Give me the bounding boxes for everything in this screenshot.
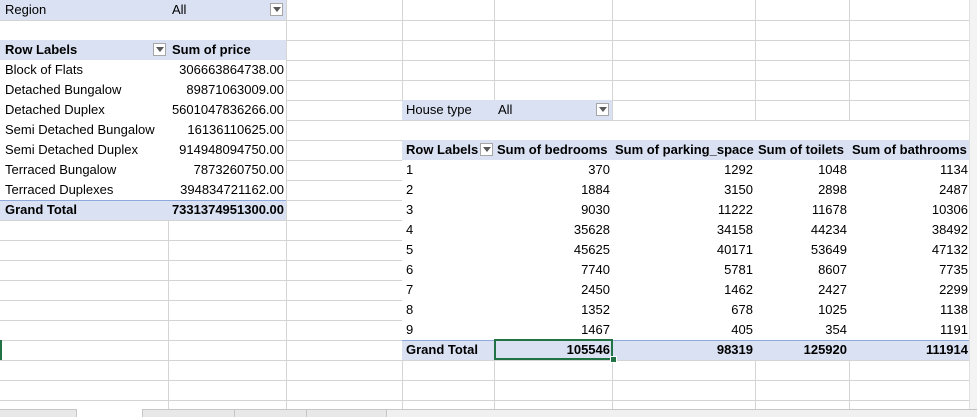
gridline: [0, 360, 977, 361]
pivot2-cell: 1048: [818, 162, 847, 177]
spreadsheet-grid[interactable]: Region All Row Labels Sum of price Block…: [0, 0, 977, 417]
pivot2-cell: 47132: [931, 242, 968, 257]
pivot2-cell: 1138: [940, 302, 968, 317]
pivot1-row-label: Semi Detached Bungalow: [5, 122, 155, 137]
sheet-tab[interactable]: [0, 409, 77, 417]
row-marker: [0, 340, 2, 360]
pivot2-row-label: 6: [406, 262, 414, 277]
pivot1-total-value: 7331374951300.00: [171, 202, 284, 217]
pivot2-row-label: 8: [406, 302, 414, 317]
pivot2-cell: 11678: [811, 202, 847, 217]
pivot1-filter-value: All: [172, 2, 187, 17]
sheet-tab[interactable]: [235, 409, 307, 417]
pivot2-total-toilets: 125920: [803, 342, 847, 357]
pivot2-cell: 2487: [939, 182, 968, 197]
pivot1-filter-dropdown-icon[interactable]: [270, 3, 283, 16]
pivot2-row-label: 1: [406, 162, 414, 177]
pivot2-cell: 11222: [717, 202, 753, 217]
pivot2-cell: 1352: [581, 302, 610, 317]
pivot1-filter-label: Region: [5, 2, 47, 17]
gridline: [0, 380, 977, 381]
pivot2-cell: 35628: [573, 222, 610, 237]
pivot2-cell: 10306: [931, 202, 968, 217]
pivot2-header-toilets: Sum of toilets: [758, 142, 844, 157]
pivot1-spacer: [0, 21, 286, 40]
pivot2-cell: 1462: [724, 282, 753, 297]
pivot2-cell: 678: [731, 302, 753, 317]
pivot2-cell: 370: [588, 162, 610, 177]
pivot2-cell: 5781: [724, 262, 753, 277]
pivot2-row-label: 5: [406, 242, 414, 257]
pivot1-row-labels-dropdown-icon[interactable]: [153, 43, 166, 56]
pivot1-row-value: 89871063009.00: [186, 82, 284, 97]
pivot1-row-label: Terraced Bungalow: [5, 162, 117, 177]
pivot1-row-label: Terraced Duplexes: [5, 182, 114, 197]
pivot2-header-row-labels: Row Labels: [406, 142, 479, 157]
pivot1-row-value: 306663864738.00: [179, 62, 284, 77]
pivot1-row-label: Semi Detached Duplex: [5, 142, 138, 157]
pivot2-filter-value: All: [498, 102, 513, 117]
pivot2-row-label: 7: [406, 282, 414, 297]
pivot1-row-label: Detached Duplex: [5, 102, 105, 117]
gridline: [286, 0, 287, 409]
pivot2-total-parking: 98319: [716, 342, 753, 357]
pivot1-row-value: 16136110625.00: [187, 122, 284, 137]
sheet-tab[interactable]: [307, 409, 387, 417]
pivot2-cell: 2427: [818, 282, 847, 297]
pivot1-row-value: 5601047836266.00: [171, 102, 284, 117]
fill-handle[interactable]: [610, 356, 617, 363]
sheet-tab[interactable]: [143, 409, 235, 417]
pivot2-header-bedrooms: Sum of bedrooms: [497, 142, 608, 157]
sheet-tab-active[interactable]: [77, 409, 143, 417]
pivot2-cell: 1467: [581, 322, 610, 337]
pivot2-cell: 53649: [810, 242, 847, 257]
pivot2-row-label: 2: [406, 182, 414, 197]
gridline: [0, 400, 977, 401]
pivot2-cell: 1884: [581, 182, 610, 197]
pivot1-row-label: Block of Flats: [5, 62, 84, 77]
pivot2-row-label: 9: [406, 322, 414, 337]
pivot1-row-labels-header: Row Labels: [5, 42, 78, 57]
pivot2-header-parking: Sum of parking_space: [615, 142, 754, 157]
pivot2-cell: 7735: [939, 262, 968, 277]
active-cell-selection[interactable]: [494, 339, 613, 360]
vertical-scrollbar[interactable]: [969, 0, 977, 409]
pivot2-cell: 45625: [573, 242, 610, 257]
pivot2-cell: 8607: [818, 262, 847, 277]
pivot2-row-label: 3: [406, 202, 414, 217]
pivot2-total-bathrooms: 111914: [926, 342, 968, 357]
pivot2-cell: 354: [825, 322, 847, 337]
pivot2-cell: 2299: [939, 282, 968, 297]
pivot2-cell: 40171: [716, 242, 753, 257]
pivot1-row-label: Detached Bungalow: [5, 82, 122, 97]
pivot2-cell: 3150: [724, 182, 753, 197]
pivot1-row-value: 914948094750.00: [179, 142, 284, 157]
pivot1-row-value: 394834721162.00: [180, 182, 284, 197]
pivot2-cell: 38492: [931, 222, 968, 237]
pivot2-cell: 7740: [581, 262, 610, 277]
pivot2-cell: 1292: [724, 162, 753, 177]
pivot2-cell: 1025: [818, 302, 847, 317]
pivot2-cell: 1191: [940, 322, 968, 337]
pivot1-total-label: Grand Total: [5, 202, 77, 217]
pivot2-row-labels-dropdown-icon[interactable]: [480, 143, 493, 156]
pivot1-row-value: 7873260750.00: [193, 162, 284, 177]
pivot2-filter-dropdown-icon[interactable]: [596, 103, 609, 116]
pivot2-spacer: [402, 121, 969, 140]
pivot2-cell: 2450: [581, 282, 610, 297]
pivot2-cell: 34158: [716, 222, 753, 237]
pivot2-filter-label: House type: [406, 102, 472, 117]
pivot2-total-label: Grand Total: [406, 342, 478, 357]
pivot2-cell: 44234: [810, 222, 847, 237]
pivot1-value-header: Sum of price: [172, 42, 251, 57]
pivot2-cell: 1134: [940, 162, 968, 177]
pivot2-cell: 2898: [818, 182, 847, 197]
pivot2-cell: 405: [731, 322, 753, 337]
pivot2-cell: 9030: [581, 202, 610, 217]
pivot2-row-label: 4: [406, 222, 414, 237]
pivot2-header-bathrooms: Sum of bathrooms: [852, 142, 967, 157]
